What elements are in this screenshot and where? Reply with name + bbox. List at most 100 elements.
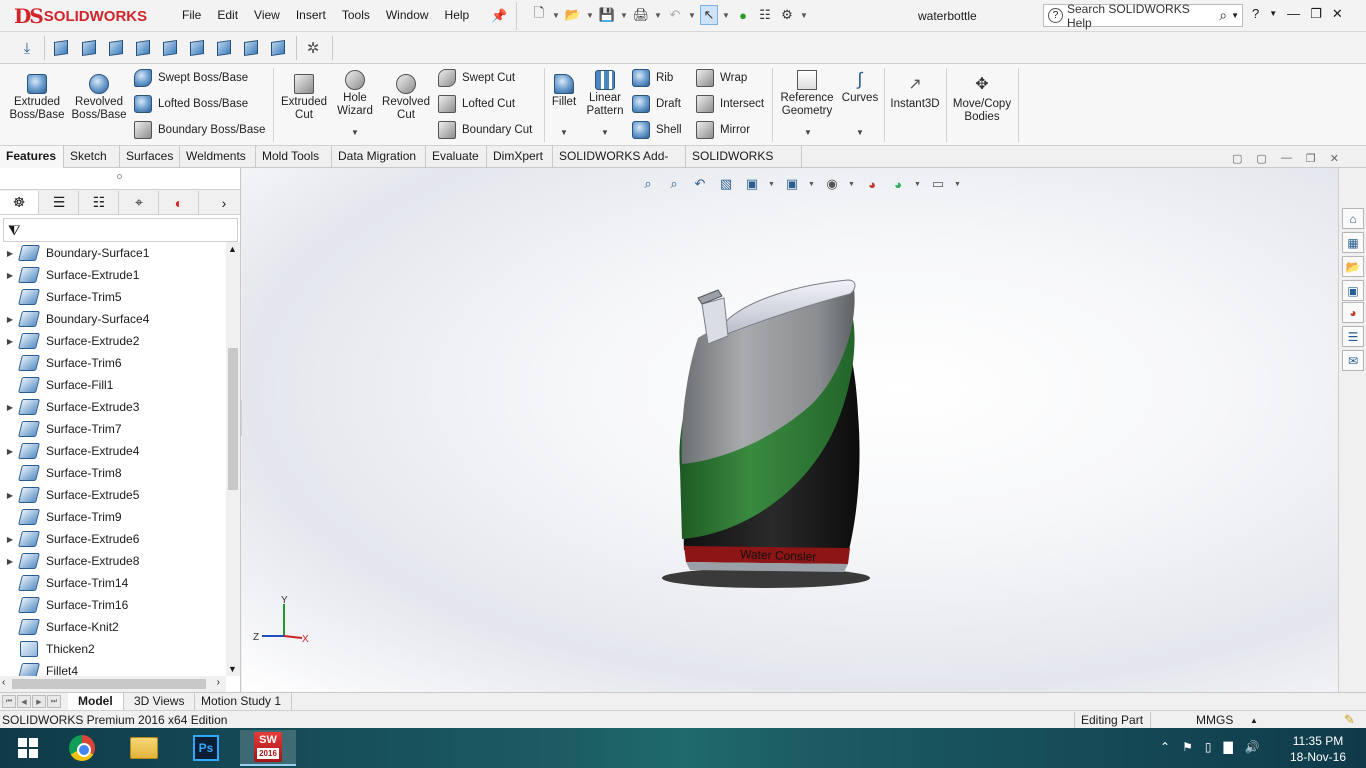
design-library-icon[interactable]: ▦ — [1342, 232, 1364, 253]
dimxpert-manager-tab-icon[interactable]: ⌖ — [120, 191, 159, 214]
fillet-button[interactable]: Fillet — [548, 74, 580, 109]
view-settings-dropdown-icon[interactable]: ▼ — [954, 181, 962, 188]
edit-appearance-icon[interactable]: ◕ — [862, 174, 882, 194]
trimetric-view-icon[interactable] — [240, 37, 262, 59]
expand-arrow-icon[interactable]: ▶ — [0, 271, 20, 280]
tab-sketch[interactable]: Sketch — [64, 146, 120, 168]
tree-item[interactable]: Thicken2 — [0, 638, 226, 660]
system-clock[interactable]: 11:35 PM 18-Nov-16 — [1290, 733, 1346, 765]
top-view-icon[interactable] — [159, 37, 181, 59]
swept-boss-button[interactable]: Swept Boss/Base — [134, 68, 248, 88]
close-window-icon[interactable]: ✕ — [1332, 6, 1343, 22]
tree-item[interactable]: ▶ Surface-Extrude4 — [0, 440, 226, 462]
extruded-cut-button[interactable]: Extruded Cut — [278, 74, 330, 122]
display-style-icon[interactable]: ▣ — [782, 174, 802, 194]
extruded-boss-button[interactable]: Extruded Boss/Base — [8, 74, 66, 122]
intersect-button[interactable]: Intersect — [696, 94, 764, 114]
save-icon[interactable]: 💾 — [598, 5, 616, 25]
expand-arrow-icon[interactable]: ▶ — [0, 403, 20, 412]
tree-item[interactable]: Surface-Trim9 — [0, 506, 226, 528]
apply-scene-dropdown-icon[interactable]: ▼ — [914, 181, 922, 188]
options-gear-icon[interactable]: ⚙ — [778, 5, 796, 25]
options-dropdown-icon[interactable]: ▼ — [800, 11, 808, 20]
search-dropdown-icon[interactable]: ▼ — [1231, 11, 1242, 20]
panel-collapse-handle[interactable] — [117, 174, 122, 179]
rib-button[interactable]: Rib — [632, 68, 673, 88]
select-dropdown-icon[interactable]: ▼ — [722, 11, 730, 20]
instant3d-button[interactable]: ↗ Instant3D — [888, 76, 942, 111]
configuration-manager-tab-icon[interactable]: ☷ — [80, 191, 119, 214]
undo-dropdown-icon[interactable]: ▼ — [688, 11, 696, 20]
print-dropdown-icon[interactable]: ▼ — [654, 11, 662, 20]
tab-weldments[interactable]: Weldments — [180, 146, 256, 168]
wifi-signal-icon[interactable]: ▇ — [1223, 740, 1232, 754]
tree-item[interactable]: Surface-Knit2 — [0, 616, 226, 638]
isometric-view-icon[interactable] — [213, 37, 235, 59]
help-search-input[interactable]: ? Search SOLIDWORKS Help ⌕ ▼ — [1043, 2, 1243, 30]
tab-dimxpert[interactable]: DimXpert — [487, 146, 553, 168]
hole-wizard-dropdown-icon[interactable]: ▼ — [351, 128, 359, 137]
doc-minimize-icon[interactable]: — — [1281, 152, 1292, 165]
solidworks-resources-icon[interactable]: ⌂ — [1342, 208, 1364, 229]
menu-view[interactable]: View — [246, 8, 288, 22]
view-orientation-dropdown-icon[interactable]: ▼ — [768, 181, 776, 188]
zoom-to-area-icon[interactable]: ⌕ — [664, 174, 684, 194]
rebuild-traffic-light-icon[interactable]: ● — [734, 5, 752, 25]
apply-scene-icon[interactable]: ◕ — [888, 174, 908, 194]
lofted-cut-button[interactable]: Lofted Cut — [438, 94, 515, 114]
lofted-boss-button[interactable]: Lofted Boss/Base — [134, 94, 248, 114]
tabs-scroll-right-icon[interactable]: › — [212, 191, 236, 214]
display-style-dropdown-icon[interactable]: ▼ — [808, 181, 816, 188]
boundary-boss-button[interactable]: Boundary Boss/Base — [134, 120, 265, 140]
tree-item[interactable]: Surface-Trim14 — [0, 572, 226, 594]
expand-arrow-icon[interactable]: ▶ — [0, 491, 20, 500]
last-tab-icon[interactable]: ⏭ — [47, 695, 61, 708]
tree-item[interactable]: ▶ Surface-Extrude2 — [0, 330, 226, 352]
expand-arrow-icon[interactable]: ▶ — [0, 249, 20, 258]
tab-features[interactable]: Features — [0, 146, 64, 168]
display-manager-tab-icon[interactable]: ◐ — [160, 191, 199, 214]
tree-vertical-scrollbar[interactable]: ▲ ▼ — [226, 242, 240, 676]
tree-item[interactable]: Fillet4 — [0, 660, 226, 676]
curves-button[interactable]: ∫ Curves — [840, 70, 880, 105]
fillet-dropdown-icon[interactable]: ▼ — [560, 128, 568, 137]
expand-arrow-icon[interactable]: ▶ — [0, 535, 20, 544]
show-hidden-icons-icon[interactable]: ⌃ — [1160, 740, 1170, 754]
print-icon[interactable]: 🖨 — [632, 5, 650, 25]
scroll-left-icon[interactable]: ‹ — [2, 677, 5, 688]
section-view-icon[interactable]: ▧ — [716, 174, 736, 194]
search-icon[interactable]: ⌕ — [1219, 7, 1227, 24]
feature-tree-tab-icon[interactable]: ☸ — [0, 191, 39, 214]
prev-tab-icon[interactable]: ◀ — [17, 695, 31, 708]
left-view-icon[interactable] — [105, 37, 127, 59]
view-orientation-icon[interactable]: ▣ — [742, 174, 762, 194]
graphics-area[interactable]: ⌕ ⌕ ↶ ▧ ▣ ▼ ▣ ▼ ◉ ▼ ◕ ◕ ▼ ▭ ▼ Water Cons… — [242, 168, 1338, 692]
tree-item[interactable]: ▶ Surface-Extrude1 — [0, 264, 226, 286]
next-tab-icon[interactable]: ▶ — [32, 695, 46, 708]
rebuild-notification-icon[interactable]: ✎ — [1344, 712, 1355, 728]
tree-item[interactable]: Surface-Fill1 — [0, 374, 226, 396]
menu-edit[interactable]: Edit — [209, 8, 246, 22]
select-arrow-icon[interactable]: ↖ — [700, 5, 718, 25]
linear-pattern-dropdown-icon[interactable]: ▼ — [601, 128, 609, 137]
reference-geometry-dropdown-icon[interactable]: ▼ — [804, 128, 812, 137]
bottom-view-icon[interactable] — [186, 37, 208, 59]
view-settings-icon[interactable]: ▭ — [928, 174, 948, 194]
menu-tools[interactable]: Tools — [334, 8, 378, 22]
front-view-icon[interactable] — [50, 37, 72, 59]
appearances-scenes-icon[interactable]: ◕ — [1342, 302, 1364, 323]
property-manager-tab-icon[interactable]: ☰ — [40, 191, 79, 214]
menu-help[interactable]: Help — [437, 8, 478, 22]
start-button[interactable] — [0, 730, 56, 766]
mirror-button[interactable]: Mirror — [696, 120, 750, 140]
tree-item[interactable]: Surface-Trim5 — [0, 286, 226, 308]
file-properties-icon[interactable]: ☷ — [756, 5, 774, 25]
open-dropdown-icon[interactable]: ▼ — [586, 11, 594, 20]
expand-arrow-icon[interactable]: ▶ — [0, 447, 20, 456]
flag-icon[interactable]: ⚑ — [1182, 740, 1193, 754]
forum-icon[interactable]: ✉ — [1342, 350, 1364, 371]
solidworks-logo[interactable]: DS SOLIDWORKS — [14, 4, 147, 28]
dimetric-view-icon[interactable] — [267, 37, 289, 59]
chrome-taskbar-button[interactable] — [54, 730, 110, 766]
help-icon[interactable]: ? — [1252, 6, 1259, 22]
